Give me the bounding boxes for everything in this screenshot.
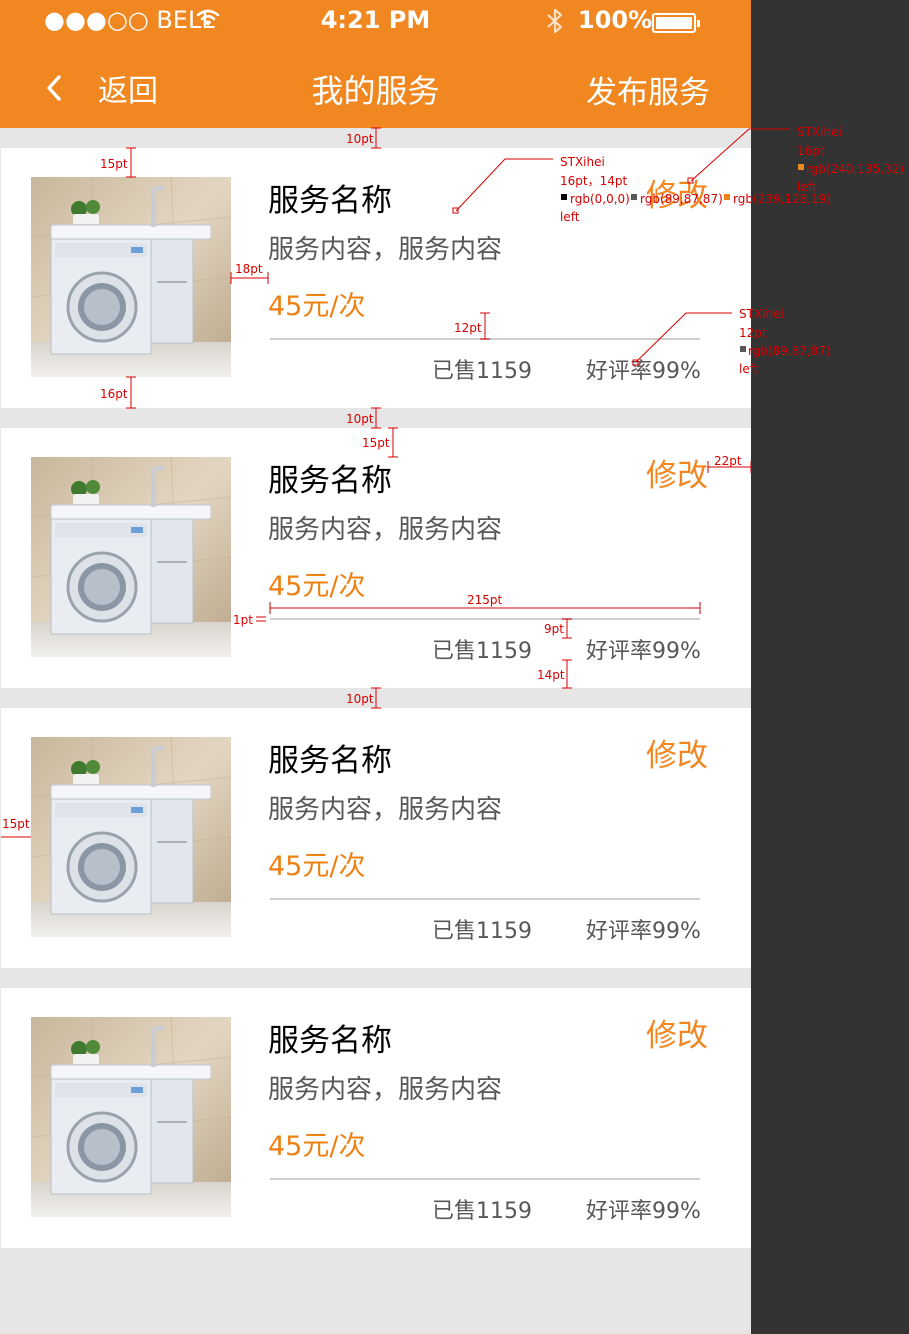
- nav-header: ●●●○○ BELL 4:21 PM 100% 返回 我的服务 发布服务: [0, 0, 751, 128]
- service-name: 服务名称: [268, 743, 392, 779]
- service-card[interactable]: 服务名称 服务内容，服务内容 45元/次 修改 已售1159 好评率99%: [1, 988, 751, 1248]
- svg-text:left: left: [797, 180, 817, 194]
- sold-count: 已售1159: [432, 639, 532, 664]
- sold-count: 已售1159: [432, 1199, 532, 1224]
- service-description: 服务内容，服务内容: [268, 515, 503, 545]
- divider: [270, 618, 700, 620]
- service-description: 服务内容，服务内容: [268, 235, 503, 265]
- bluetooth-icon: [547, 8, 563, 34]
- battery-icon: [652, 13, 700, 33]
- sold-count: 已售1159: [432, 359, 532, 384]
- svg-text:rgb(240,135,32): rgb(240,135,32): [806, 162, 904, 176]
- divider: [270, 338, 700, 340]
- svg-text:rgb(89,87,87): rgb(89,87,87): [748, 344, 831, 358]
- svg-text:16pt: 16pt: [797, 144, 825, 158]
- rating-label: 好评率99%: [586, 359, 701, 384]
- rating-label: 好评率99%: [586, 639, 701, 664]
- service-card[interactable]: 服务名称 服务内容，服务内容 45元/次 修改 已售1159 好评率99%: [1, 428, 751, 688]
- washing-machine-image: [31, 177, 231, 377]
- edit-button[interactable]: 修改: [646, 730, 708, 775]
- service-price: 45元/次: [268, 571, 366, 602]
- rating-label: 好评率99%: [586, 919, 701, 944]
- publish-service-button[interactable]: 发布服务: [586, 67, 710, 112]
- service-name: 服务名称: [268, 1023, 392, 1059]
- battery-percent: 100%: [578, 6, 653, 34]
- divider: [270, 1178, 700, 1180]
- service-price: 45元/次: [268, 851, 366, 882]
- edit-button[interactable]: 修改: [646, 170, 708, 215]
- service-description: 服务内容，服务内容: [268, 795, 503, 825]
- service-name: 服务名称: [268, 463, 392, 499]
- washing-machine-image: [31, 1017, 231, 1217]
- service-description: 服务内容，服务内容: [268, 1075, 503, 1105]
- rating-label: 好评率99%: [586, 1199, 701, 1224]
- service-price: 45元/次: [268, 1131, 366, 1162]
- phone-screen: ●●●○○ BELL 4:21 PM 100% 返回 我的服务 发布服务 服务名…: [0, 0, 751, 1334]
- service-name: 服务名称: [268, 183, 392, 219]
- divider: [270, 898, 700, 900]
- service-card[interactable]: 服务名称 服务内容，服务内容 45元/次 修改 已售1159 好评率99%: [1, 708, 751, 968]
- washing-machine-image: [31, 457, 231, 657]
- washing-machine-image: [31, 737, 231, 937]
- sold-count: 已售1159: [432, 919, 532, 944]
- service-card[interactable]: 服务名称 服务内容，服务内容 45元/次 修改 已售1159 好评率99%: [1, 148, 751, 408]
- edit-button[interactable]: 修改: [646, 450, 708, 495]
- service-price: 45元/次: [268, 291, 366, 322]
- svg-text:STXihei: STXihei: [797, 125, 842, 139]
- edit-button[interactable]: 修改: [646, 1010, 708, 1055]
